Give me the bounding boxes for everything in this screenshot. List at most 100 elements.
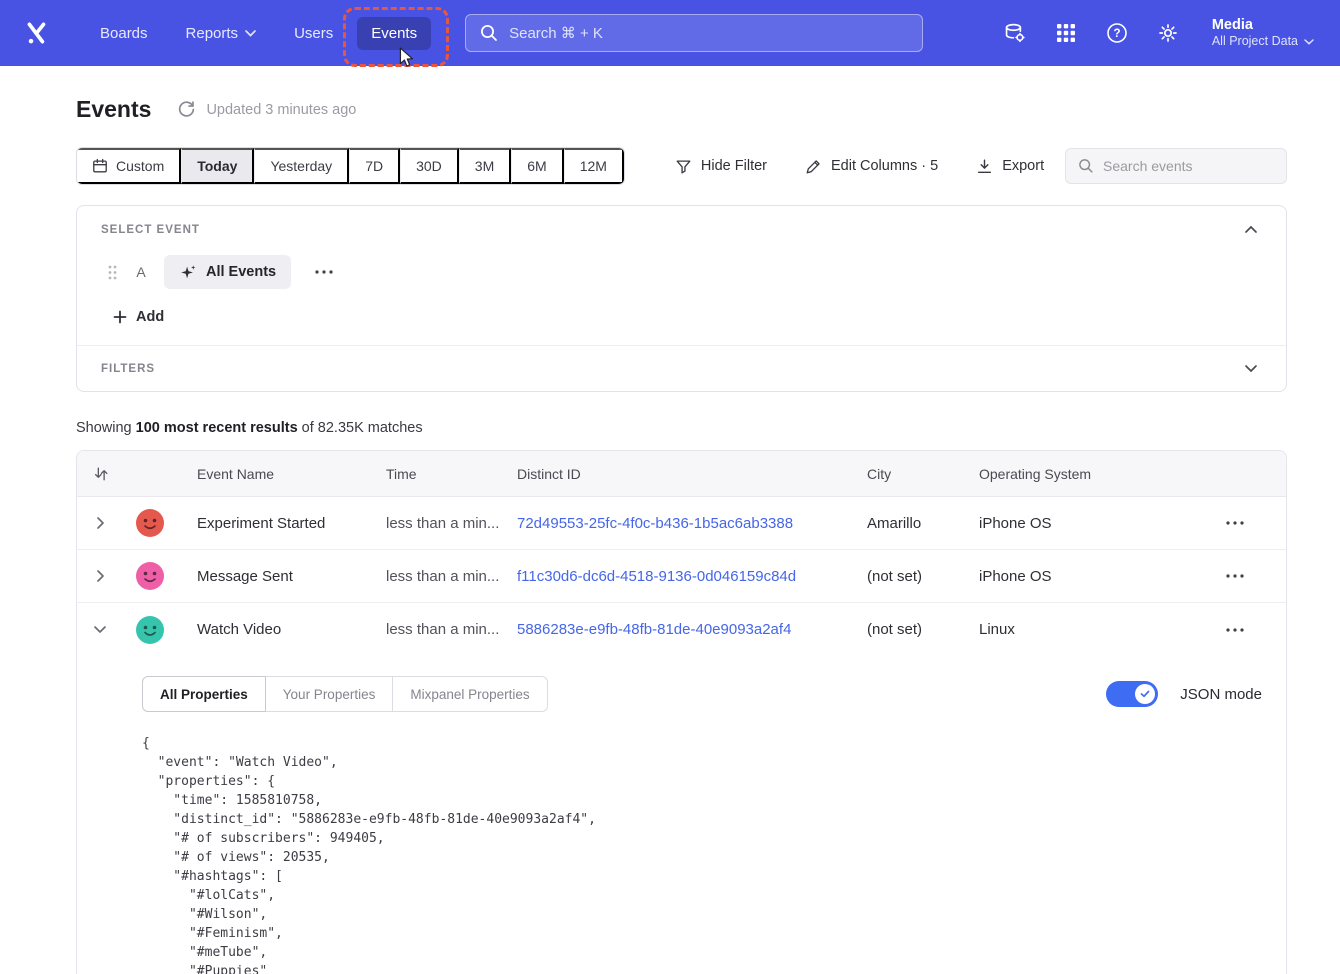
toolbar: Custom Today Yesterday 7D 30D 3M 6M 12M …: [76, 147, 1287, 185]
hide-filter-label: Hide Filter: [701, 158, 767, 174]
cell-city: (not set): [867, 568, 979, 585]
date-range-6m[interactable]: 6M: [511, 148, 563, 184]
cell-os: iPhone OS: [979, 568, 1193, 585]
cell-city: Amarillo: [867, 515, 979, 532]
date-range-12m[interactable]: 12M: [564, 148, 624, 184]
json-mode-toggle[interactable]: [1106, 681, 1158, 707]
chevron-down-icon: [245, 30, 256, 37]
events-table: Event Name Time Distinct ID City Operati…: [76, 450, 1287, 974]
table-row[interactable]: Experiment Started less than a min... 72…: [77, 497, 1286, 550]
cell-event-name: Experiment Started: [177, 515, 386, 532]
date-range-custom[interactable]: Custom: [77, 148, 181, 184]
apps-grid-icon[interactable]: [1053, 20, 1079, 46]
collapse-row-icon[interactable]: [86, 616, 114, 644]
navbar-right: ? Media All Project Data: [1002, 16, 1314, 50]
date-range-today[interactable]: Today: [181, 148, 254, 184]
cell-distinct-id-link[interactable]: f11c30d6-dc6d-4518-9136-0d046159c84d: [517, 568, 796, 585]
nav-reports[interactable]: Reports: [172, 17, 271, 50]
search-icon: [1078, 158, 1094, 174]
collapse-section-icon[interactable]: [1240, 221, 1262, 238]
cell-city: (not set): [867, 621, 979, 638]
event-avatar: [136, 509, 164, 537]
add-row: Add: [77, 291, 1286, 345]
tab-mixpanel-properties[interactable]: Mixpanel Properties: [392, 676, 547, 712]
calendar-icon: [92, 158, 108, 174]
search-icon: [480, 24, 498, 42]
project-subtitle: All Project Data: [1212, 34, 1298, 50]
column-header-os[interactable]: Operating System: [979, 466, 1193, 482]
table-row[interactable]: Message Sent less than a min... f11c30d6…: [77, 550, 1286, 603]
cell-distinct-id-link[interactable]: 5886283e-e9fb-48fb-81de-40e9093a2af4: [517, 621, 791, 638]
column-header-time[interactable]: Time: [386, 466, 517, 482]
events-search[interactable]: [1065, 148, 1287, 184]
add-event-button[interactable]: Add: [107, 305, 170, 329]
nav-events[interactable]: Events: [357, 17, 431, 50]
project-selector[interactable]: Media All Project Data: [1212, 16, 1314, 50]
main-nav: Boards Reports Users Events: [86, 17, 431, 50]
select-event-title: SELECT EVENT: [101, 224, 200, 236]
column-header-event-name[interactable]: Event Name: [177, 466, 386, 482]
cell-time: less than a min...: [386, 515, 517, 532]
date-range-segmented-control: Custom Today Yesterday 7D 30D 3M 6M 12M: [76, 147, 625, 185]
hide-filter-button[interactable]: Hide Filter: [675, 158, 767, 175]
nav-users[interactable]: Users: [280, 17, 347, 50]
events-search-input[interactable]: [1103, 158, 1284, 174]
refresh-icon[interactable]: [177, 100, 196, 119]
select-event-header: SELECT EVENT: [77, 206, 1286, 249]
toolbar-actions: Hide Filter Edit Columns · 5 Export: [675, 158, 1044, 175]
pencil-icon: [805, 158, 822, 175]
date-range-yesterday[interactable]: Yesterday: [254, 148, 349, 184]
settings-gear-icon[interactable]: [1155, 20, 1181, 46]
row-more-icon[interactable]: [1218, 513, 1252, 533]
results-suffix: of 82.35K matches: [298, 420, 423, 436]
expand-row-icon[interactable]: [86, 562, 114, 590]
clause-more-icon[interactable]: [307, 264, 341, 280]
mixpanel-logo[interactable]: [20, 16, 54, 50]
expand-row-icon[interactable]: [86, 509, 114, 537]
cell-os: Linux: [979, 621, 1193, 638]
svg-text:?: ?: [1113, 28, 1120, 40]
event-avatar: [136, 562, 164, 590]
table-row[interactable]: Watch Video less than a min... 5886283e-…: [77, 603, 1286, 656]
data-management-icon[interactable]: [1002, 20, 1028, 46]
filter-funnel-icon: [675, 158, 692, 175]
tab-all-properties[interactable]: All Properties: [142, 676, 266, 712]
date-range-3m[interactable]: 3M: [459, 148, 511, 184]
export-button[interactable]: Export: [976, 158, 1044, 175]
date-range-30d[interactable]: 30D: [400, 148, 459, 184]
event-clause-row: A All Events: [77, 249, 1286, 291]
filters-header[interactable]: FILTERS: [77, 346, 1286, 391]
date-range-7d[interactable]: 7D: [349, 148, 400, 184]
project-name: Media: [1212, 16, 1314, 34]
navbar-search[interactable]: [465, 14, 923, 52]
nav-boards[interactable]: Boards: [86, 17, 162, 50]
edit-columns-button[interactable]: Edit Columns · 5: [805, 158, 938, 175]
json-mode-label: JSON mode: [1180, 686, 1262, 703]
cell-time: less than a min...: [386, 568, 517, 585]
event-selector-label: All Events: [206, 264, 276, 280]
cell-distinct-id-link[interactable]: 72d49553-25fc-4f0c-b436-1b5ac6ab3388: [517, 515, 793, 532]
table-header-row: Event Name Time Distinct ID City Operati…: [77, 451, 1286, 497]
filters-title: FILTERS: [101, 363, 155, 375]
tab-your-properties[interactable]: Your Properties: [265, 676, 394, 712]
navbar-search-input[interactable]: [509, 25, 908, 42]
row-more-icon[interactable]: [1218, 566, 1252, 586]
event-json-code: { "event": "Watch Video", "properties": …: [142, 734, 1262, 974]
row-detail-panel: All Properties Your Properties Mixpanel …: [77, 656, 1286, 974]
column-header-city[interactable]: City: [867, 466, 979, 482]
row-more-icon[interactable]: [1218, 620, 1252, 640]
event-avatar: [136, 616, 164, 644]
date-range-custom-label: Custom: [116, 158, 164, 174]
plus-icon: [113, 310, 127, 324]
event-selector-chip[interactable]: All Events: [164, 255, 291, 289]
sort-rows-icon[interactable]: [77, 466, 133, 482]
column-header-distinct-id[interactable]: Distinct ID: [517, 466, 867, 482]
top-navbar: Boards Reports Users Events: [0, 0, 1340, 66]
drag-handle-icon[interactable]: [107, 264, 118, 281]
main-content: Events Updated 3 minutes ago Custom Toda…: [0, 96, 1340, 974]
results-prefix: Showing: [76, 420, 136, 436]
chevron-down-icon: [1304, 39, 1314, 45]
cell-event-name: Watch Video: [177, 621, 386, 638]
help-icon[interactable]: ?: [1104, 20, 1130, 46]
expand-section-icon[interactable]: [1240, 360, 1262, 377]
